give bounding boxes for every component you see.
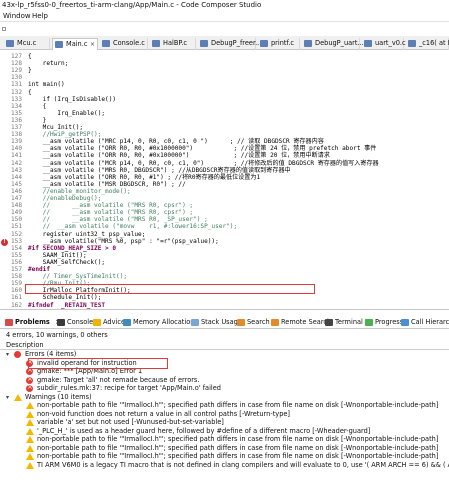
tab-terminal[interactable]: Terminal (324, 317, 363, 328)
toolbar (0, 22, 449, 36)
tab-console-c[interactable]: Console.c (100, 38, 148, 50)
c-file-icon (102, 40, 110, 47)
menu-window[interactable]: Window (3, 12, 31, 20)
warning-icon (26, 461, 34, 469)
error-icon (14, 351, 21, 358)
editor-tab-bar: Mcu.c Main.c × Console.c HalBP.c DebugP_… (0, 36, 449, 50)
tab-search[interactable]: Search (236, 317, 270, 328)
warning-icon (26, 410, 34, 418)
console-icon (57, 319, 65, 326)
tab-mcu-c[interactable]: Mcu.c (4, 38, 50, 50)
tab-label: DebugP_freer... (211, 39, 262, 47)
close-icon[interactable]: × (90, 39, 95, 50)
tab-label: Problems (15, 318, 50, 326)
tab-label: Mcu.c (17, 39, 37, 47)
progress-icon (365, 319, 373, 326)
panel-divider[interactable] (0, 309, 449, 310)
c-file-icon (6, 40, 14, 47)
call-hierarchy-icon (401, 319, 409, 326)
tab-label: uart_v0.c (375, 39, 406, 47)
tab-progress[interactable]: Progress (364, 317, 403, 328)
problem-row[interactable]: TI ARM V6M0 is a legacy TI macro that is… (0, 461, 449, 470)
window-title: 43x-lp_r5fss0-0_freertos_ti-arm-clang/Ap… (2, 1, 262, 9)
tab-remote-search[interactable]: Remote Search (270, 317, 331, 328)
tab-label: Console (67, 318, 94, 326)
problems-table-header: Description (0, 340, 449, 350)
c-file-icon (55, 41, 63, 48)
tab-c16[interactable]: _c16( at D... (406, 38, 449, 50)
advice-icon (93, 319, 101, 326)
tab-problems[interactable]: Problems × (4, 317, 61, 328)
tab-label: Memory Allocation (133, 318, 195, 326)
problems-summary: 4 errors, 10 warnings, 0 others (6, 331, 108, 339)
c-file-icon (304, 40, 312, 47)
search-icon (237, 319, 245, 326)
tab-label: Search (247, 318, 270, 326)
tab-label: Call Hierarchy (411, 318, 449, 326)
title-bar: 43x-lp_r5fss0-0_freertos_ti-arm-clang/Ap… (0, 0, 449, 11)
menu-bar: Window Help (0, 11, 449, 22)
tab-halbp-c[interactable]: HalBP.c (150, 38, 196, 50)
terminal-icon (325, 319, 333, 326)
toolbar-icon[interactable] (2, 27, 6, 31)
c-file-icon (364, 40, 372, 47)
warning-icon (26, 453, 34, 460)
tab-label: Console.c (113, 39, 145, 47)
column-description[interactable]: Description (6, 341, 44, 349)
tab-debugp-freertos[interactable]: DebugP_freer... (198, 38, 261, 50)
memory-icon (123, 319, 131, 326)
c-file-icon (200, 40, 208, 47)
warning-icon (26, 427, 34, 435)
problem-text: TI ARM V6M0 is a legacy TI macro that is… (37, 460, 449, 469)
tab-console[interactable]: Console (56, 317, 93, 328)
c-file-icon (260, 40, 268, 47)
warning-icon (26, 419, 34, 426)
tab-printf-c[interactable]: printf.c (258, 38, 300, 50)
error-line-highlight (25, 284, 315, 294)
warning-icon (26, 444, 34, 452)
problems-icon (5, 319, 13, 326)
warning-icon (26, 402, 34, 409)
tab-label: Progress (375, 318, 404, 326)
tab-memory-allocation[interactable]: Memory Allocation (122, 317, 194, 328)
remote-search-icon (271, 319, 279, 326)
stack-icon (191, 319, 199, 326)
tab-label: DebugP_uart... (315, 39, 364, 47)
error-icon (26, 367, 33, 375)
tab-label: printf.c (271, 39, 295, 47)
tab-uart-v0-c[interactable]: uart_v0.c (362, 38, 406, 50)
c-file-icon (408, 40, 416, 47)
tab-label: Main.c (66, 40, 88, 48)
tab-label: Terminal (335, 318, 363, 326)
error-icon (26, 384, 33, 392)
menu-help[interactable]: Help (32, 12, 48, 20)
selected-error-highlight (28, 358, 168, 369)
warning-icon (26, 436, 34, 443)
tab-label: HalBP.c (163, 39, 188, 47)
c-file-icon (152, 40, 160, 47)
tab-debugp-uart[interactable]: DebugP_uart... (302, 38, 364, 50)
tab-advice[interactable]: Advice (92, 317, 125, 328)
error-icon (26, 376, 33, 384)
tab-call-hierarchy[interactable]: Call Hierarchy (400, 317, 449, 328)
warning-icon (14, 393, 22, 401)
code-editor[interactable]: 127{128 return; 129} 130 131 int main() 132{1… (0, 50, 449, 309)
tab-main-c[interactable]: Main.c × (52, 38, 98, 50)
bottom-panel-tabs: Problems × Console Advice Memory Allocat… (0, 317, 449, 329)
tab-stack-usage[interactable]: Stack Usage (190, 317, 242, 328)
tab-label: _c16( at D... (419, 39, 449, 47)
